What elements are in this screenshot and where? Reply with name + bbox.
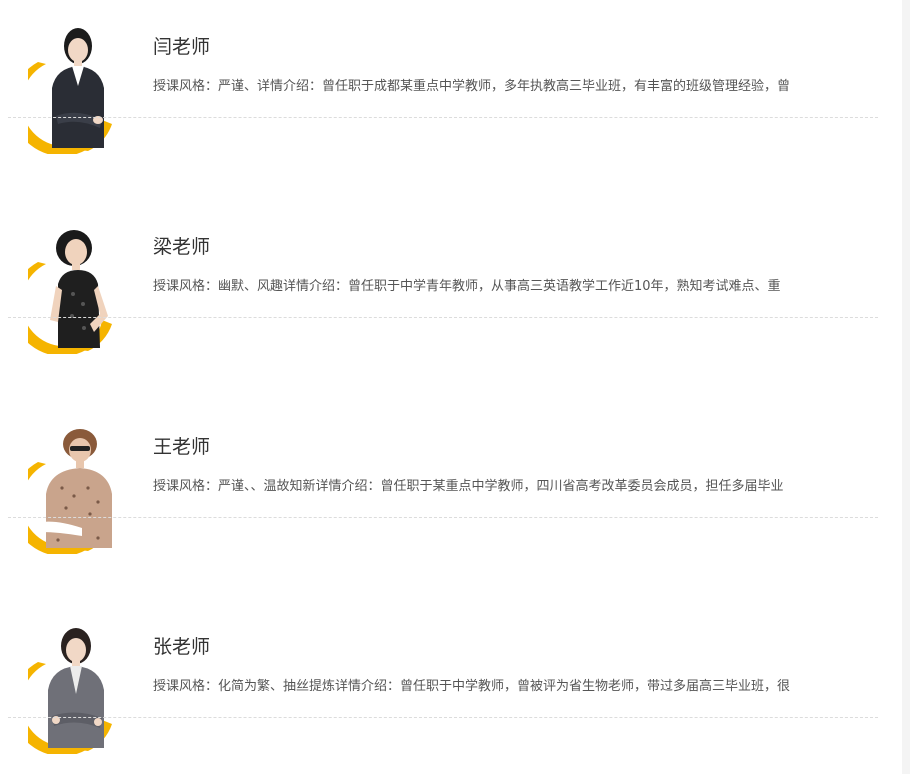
teacher-name[interactable]: 梁老师 <box>153 234 210 260</box>
teacher-portrait-icon <box>28 628 112 754</box>
teacher-list-page: 闫老师 授课风格：严谨、详情介绍：曾任职于成都某重点中学教师，多年执教高三毕业班… <box>0 0 910 774</box>
card-divider <box>8 317 878 318</box>
teacher-card[interactable]: 王老师 授课风格：严谨、、温故知新详情介绍：曾任职于某重点中学教师，四川省高考改… <box>0 400 880 600</box>
teacher-card[interactable]: 闫老师 授课风格：严谨、详情介绍：曾任职于成都某重点中学教师，多年执教高三毕业班… <box>0 0 880 200</box>
teacher-card[interactable]: 梁老师 授课风格：幽默、风趣详情介绍：曾任职于中学青年教师，从事高三英语教学工作… <box>0 200 880 400</box>
teacher-card[interactable]: 张老师 授课风格：化简为繁、抽丝提炼详情介绍：曾任职于中学教师，曾被评为省生物老… <box>0 600 880 774</box>
scrollbar-track[interactable] <box>902 0 910 774</box>
teacher-name[interactable]: 闫老师 <box>153 34 210 60</box>
teacher-name[interactable]: 王老师 <box>153 434 210 460</box>
teacher-description: 授课风格：化简为繁、抽丝提炼详情介绍：曾任职于中学教师，曾被评为省生物老师，带过… <box>153 679 791 694</box>
card-divider <box>8 117 878 118</box>
teacher-description: 授课风格：严谨、、温故知新详情介绍：曾任职于某重点中学教师，四川省高考改革委员会… <box>153 479 784 494</box>
card-divider <box>8 517 878 518</box>
teacher-portrait-icon <box>28 429 112 554</box>
teacher-portrait-icon <box>28 28 112 154</box>
teacher-description: 授课风格：严谨、详情介绍：曾任职于成都某重点中学教师，多年执教高三毕业班，有丰富… <box>153 79 791 94</box>
teacher-avatar[interactable] <box>28 624 128 754</box>
card-divider <box>8 717 878 718</box>
teacher-portrait-icon <box>28 230 112 354</box>
teacher-avatar[interactable] <box>28 424 128 554</box>
teacher-description: 授课风格：幽默、风趣详情介绍：曾任职于中学青年教师，从事高三英语教学工作近10年… <box>153 279 781 294</box>
teacher-name[interactable]: 张老师 <box>153 634 210 660</box>
teacher-avatar[interactable] <box>28 224 128 354</box>
teacher-avatar[interactable] <box>28 24 128 154</box>
